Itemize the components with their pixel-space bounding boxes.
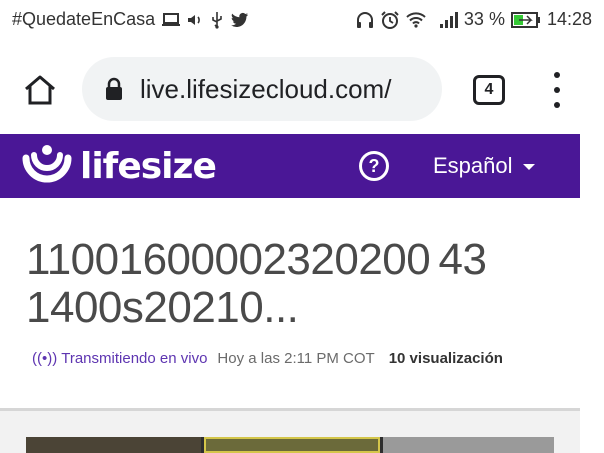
event-meta: ((•)) Transmitiendo en vivo Hoy a las 2:…: [32, 350, 503, 367]
battery-charging-icon: [510, 11, 541, 28]
signal-icon: [439, 11, 458, 28]
tab-count: 4: [484, 81, 494, 98]
site-header: lifesize ? Español: [0, 134, 580, 198]
menu-dot: [554, 72, 560, 78]
chevron-down-icon: [522, 164, 535, 170]
lock-icon: [104, 77, 126, 101]
video-tile: [383, 437, 554, 453]
broadcast-icon: ((•)): [32, 350, 58, 367]
event-title: 11001600002320200 43 1400s20210...: [26, 236, 566, 332]
menu-dot: [554, 87, 560, 93]
page-edge: [580, 134, 604, 453]
volume-icon: [187, 12, 203, 28]
battery-percent: 33 %: [463, 9, 505, 29]
help-icon: ?: [368, 155, 380, 176]
event-title-line-1: 11001600002320200 43: [26, 235, 487, 284]
status-hashtag: #QuedateEnCasa: [12, 9, 156, 29]
live-indicator: ((•)) Transmitiendo en vivo: [32, 350, 207, 367]
browser-toolbar: live.lifesizecloud.com/ 4: [0, 42, 604, 134]
overflow-menu-button[interactable]: [550, 72, 564, 108]
lifesize-logo[interactable]: lifesize: [20, 144, 217, 188]
video-tile: [26, 437, 201, 453]
video-player[interactable]: [26, 437, 554, 453]
status-time: 14:28: [546, 9, 592, 29]
wifi-icon: [406, 11, 426, 28]
alarm-icon: [380, 10, 400, 30]
home-button[interactable]: [20, 70, 60, 110]
laptop-icon: [162, 12, 181, 28]
lifesize-logo-icon: [22, 145, 72, 183]
language-label: Español: [433, 153, 513, 178]
brand-name: lifesize: [80, 145, 217, 187]
headphones-icon: [356, 11, 374, 29]
view-count: 10 visualización: [388, 350, 503, 367]
event-time: Hoy a las 2:11 PM COT: [217, 350, 375, 367]
status-left: #QuedateEnCasa: [12, 9, 249, 30]
usb-icon: [210, 11, 224, 29]
tab-switcher-button[interactable]: 4: [473, 75, 505, 105]
twitter-icon: [231, 12, 249, 28]
status-right: 33 % 14:28: [356, 9, 592, 30]
home-icon: [25, 75, 55, 105]
language-dropdown[interactable]: Español: [433, 153, 535, 179]
status-bar: #QuedateEnCasa 33 % 14:28: [0, 0, 604, 42]
url-text: live.lifesizecloud.com/: [140, 73, 392, 104]
address-bar[interactable]: live.lifesizecloud.com/: [82, 57, 442, 121]
live-label: Transmitiendo en vivo: [61, 350, 208, 367]
event-title-line-2: 1400s20210...: [26, 283, 299, 332]
help-button[interactable]: ?: [359, 151, 389, 181]
menu-dot: [554, 102, 560, 108]
video-tile: [204, 437, 380, 453]
